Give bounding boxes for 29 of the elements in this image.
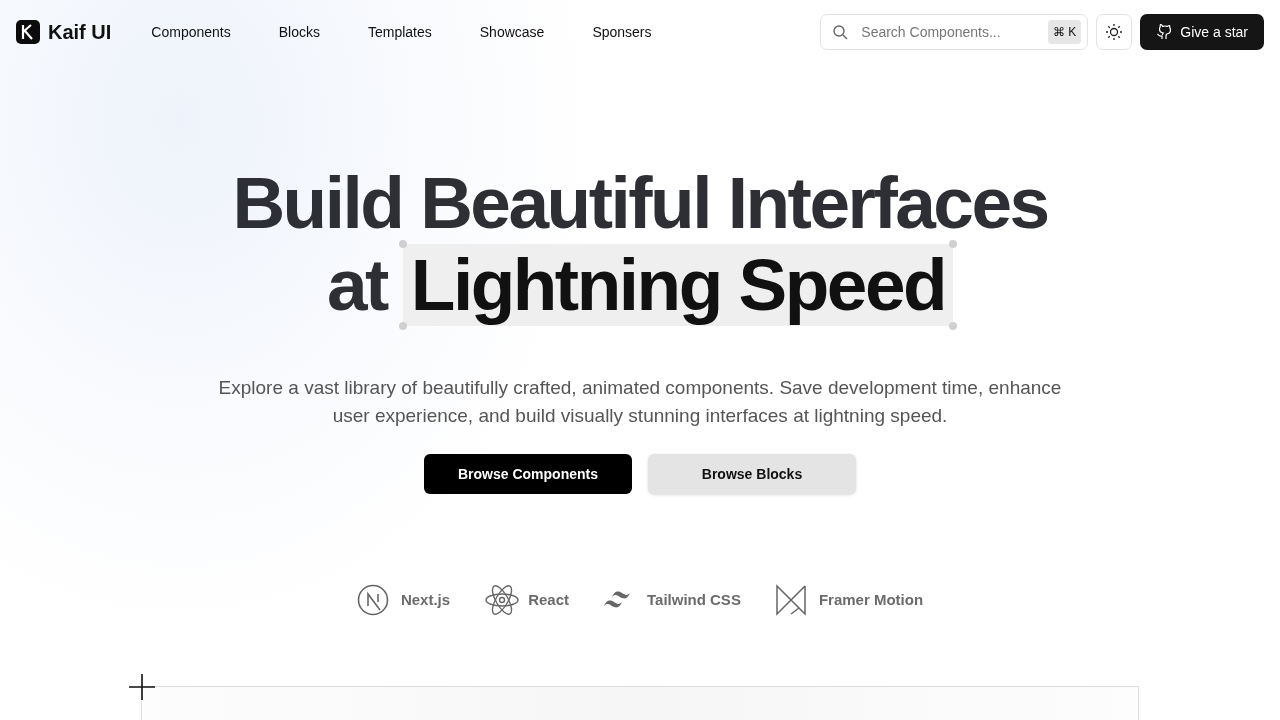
tech-name: React	[528, 589, 569, 610]
nav-link[interactable]: Templates	[343, 21, 456, 43]
star-button[interactable]: Give a star	[1140, 14, 1264, 50]
cta-button[interactable]: Browse Components	[424, 454, 632, 494]
nav-link[interactable]: Blocks	[254, 21, 344, 43]
hero-title: Build Beautiful Interfaces	[232, 162, 1048, 243]
atom-icon	[484, 584, 521, 616]
plus-icon	[128, 673, 156, 701]
tech-name: Framer Motion	[818, 589, 924, 610]
search-icon	[832, 24, 849, 40]
tech-name: Next.js	[400, 589, 451, 610]
logo-icon	[16, 20, 40, 44]
shortcut-hint: ⌘ K	[1047, 20, 1082, 44]
theme-toggle-button[interactable]	[1096, 14, 1133, 50]
hero-title: at	[326, 244, 387, 326]
github-icon	[1156, 24, 1173, 40]
cta-button[interactable]: Browse Blocks	[648, 454, 856, 494]
hero-subtitle: Explore a vast library of beautifully crafted, animated components. Save development time, enhance user experience, and build visually stunning interfaces at lightning speed.	[217, 376, 1063, 428]
tech-name: Tailwind CSS	[647, 589, 741, 610]
nav-link[interactable]: Sponsers	[568, 21, 676, 43]
nav-link[interactable]: Components	[127, 21, 255, 43]
brand-name[interactable]: Kaif UI	[48, 17, 112, 47]
selection-handle	[398, 322, 407, 330]
selection-handle	[949, 240, 958, 248]
selection-handle	[949, 322, 958, 330]
sun-icon	[1105, 23, 1124, 41]
highlighted-title: Lightning Speed	[402, 244, 954, 326]
nav-link[interactable]: Showcase	[455, 21, 569, 43]
selection-handle	[398, 240, 407, 248]
